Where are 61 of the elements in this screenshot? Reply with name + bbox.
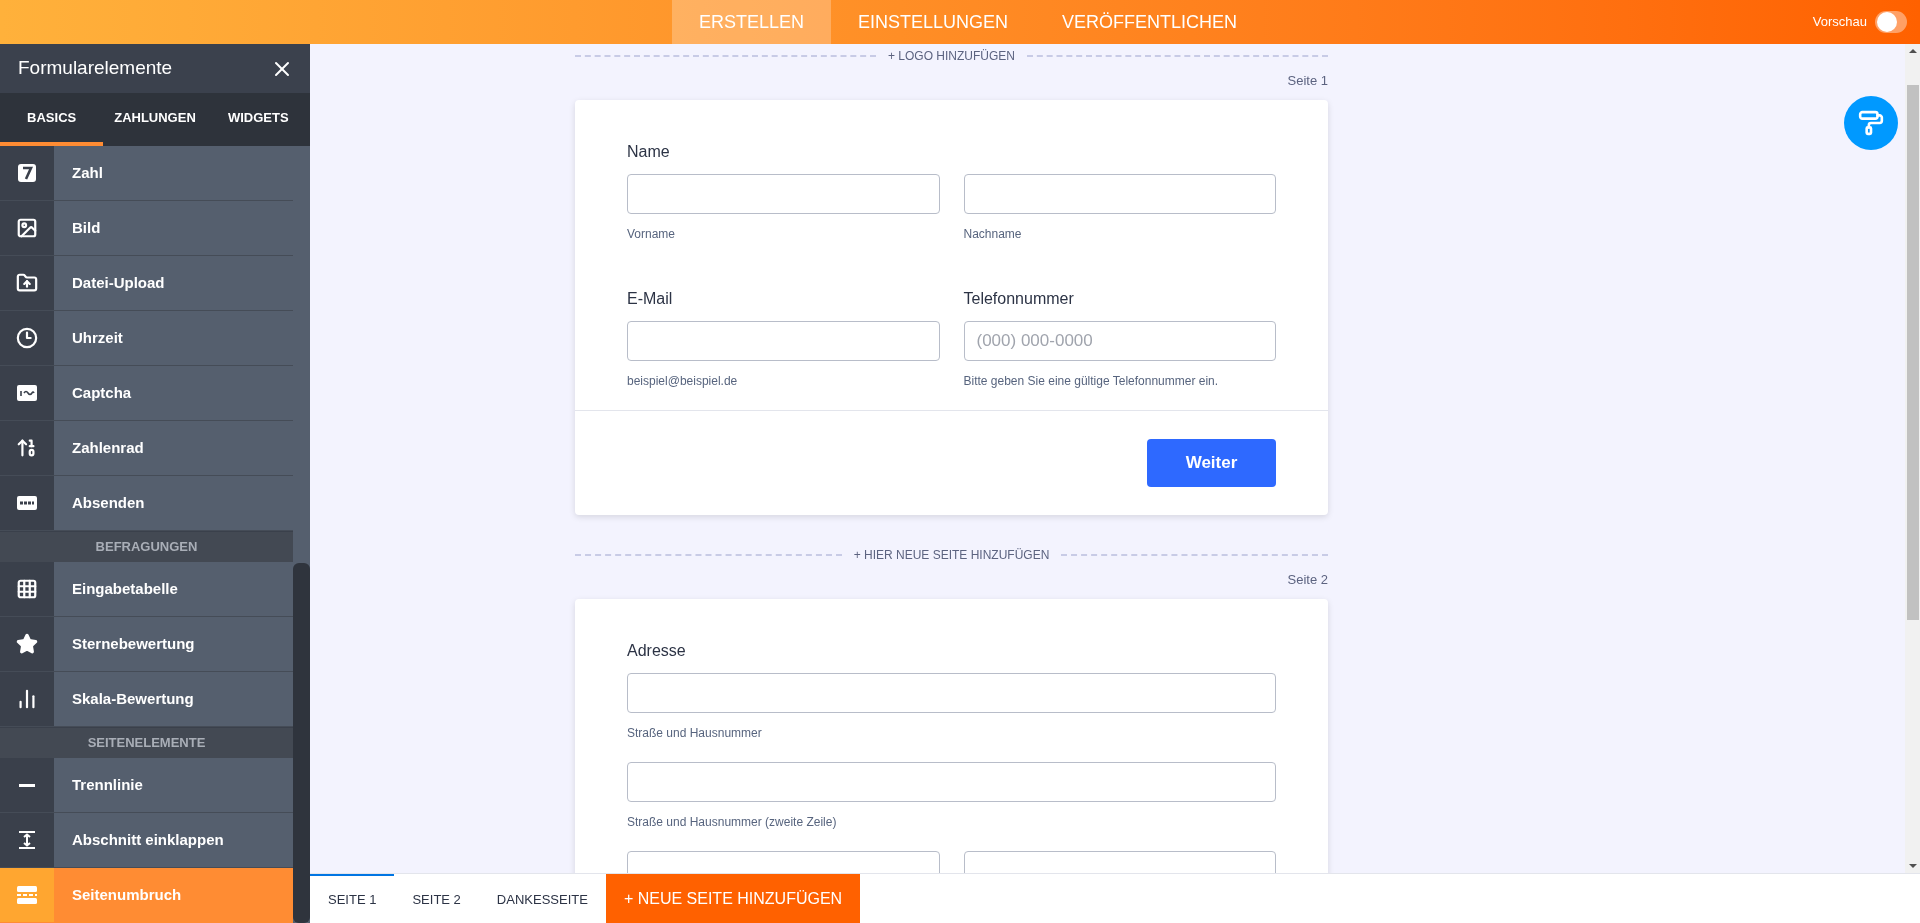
element-item[interactable]: Abschnitt einklappen <box>0 813 293 868</box>
page-break-icon <box>16 885 38 905</box>
field-sublabel: Bitte geben Sie eine gültige Telefonnummer ein. <box>963 373 1220 390</box>
image-icon <box>16 217 38 239</box>
add-logo-link[interactable]: + LOGO HINZUFÜGEN <box>888 47 1015 65</box>
panel-tab[interactable]: ZAHLUNGEN <box>103 93 207 146</box>
text-field[interactable] <box>963 174 1276 214</box>
element-item[interactable]: Zahl <box>0 146 293 201</box>
element-item[interactable]: Absenden <box>0 476 293 531</box>
table-icon <box>16 578 38 600</box>
paint-roller-button[interactable] <box>1844 96 1898 150</box>
element-item[interactable]: Bild <box>0 201 293 256</box>
scroll-down-icon[interactable] <box>1908 864 1917 868</box>
field-sublabel: Straße und Hausnummer <box>627 725 763 742</box>
section-header: SEITENELEMENTE <box>0 727 293 758</box>
section-header: BEFRAGUNGEN <box>0 531 293 562</box>
text-field[interactable] <box>627 321 940 361</box>
field-label: Adresse <box>627 641 687 661</box>
scrollbar[interactable] <box>1905 44 1920 873</box>
field-label: Name <box>627 142 671 162</box>
element-item[interactable]: Zahlenrad <box>0 421 293 476</box>
field-label: Telefonnummer <box>963 289 1075 309</box>
page-number: Seite 2 <box>1287 571 1328 590</box>
scroll-up-icon[interactable] <box>1908 49 1917 53</box>
element-item[interactable]: Eingabetabelle <box>0 562 293 617</box>
panel-tab[interactable]: WIDGETS <box>206 93 310 146</box>
text-field[interactable] <box>627 762 1276 802</box>
minus-icon <box>19 783 35 787</box>
number-icon <box>17 163 37 183</box>
element-item[interactable]: Skala-Bewertung <box>0 672 293 727</box>
preview-label: Vorschau <box>1812 13 1867 32</box>
text-field[interactable]: (000) 000-0000 <box>963 321 1276 361</box>
bar-chart-icon <box>16 688 38 710</box>
folder-upload-icon <box>16 272 38 294</box>
element-item[interactable]: Trennlinie <box>0 758 293 813</box>
element-item[interactable]: Datei-Upload <box>0 256 293 311</box>
page-tab[interactable]: SEITE 2 <box>394 874 479 923</box>
clock-icon <box>16 327 38 349</box>
page-tab[interactable]: SEITE 1 <box>310 874 395 923</box>
page-number: Seite 1 <box>1287 72 1328 91</box>
text-field[interactable] <box>627 673 1276 713</box>
captcha-icon <box>16 384 38 402</box>
preview-toggle[interactable] <box>1875 11 1907 33</box>
page-tab[interactable]: DANKESSEITE <box>478 874 606 923</box>
star-icon <box>16 633 38 655</box>
paint-roller-icon <box>1858 110 1884 136</box>
field-sublabel: Nachname <box>963 226 1023 243</box>
panel-title: Formularelemente <box>18 56 173 81</box>
field-sublabel: Straße und Hausnummer (zweite Zeile) <box>627 814 838 831</box>
next-button[interactable]: Weiter <box>1147 439 1276 487</box>
sort-digits-icon <box>16 437 38 459</box>
field-sublabel: beispiel@beispiel.de <box>627 373 739 390</box>
collapse-icon <box>17 830 37 850</box>
field-label: E-Mail <box>627 289 674 309</box>
element-item[interactable]: Captcha <box>0 366 293 421</box>
text-field[interactable] <box>627 174 940 214</box>
send-icon <box>16 495 38 511</box>
field-sublabel: Vorname <box>627 226 677 243</box>
add-page-link[interactable]: + HIER NEUE SEITE HINZUFÜGEN <box>853 546 1050 564</box>
element-item[interactable]: Uhrzeit <box>0 311 293 366</box>
element-item[interactable]: Sternebewertung <box>0 617 293 672</box>
